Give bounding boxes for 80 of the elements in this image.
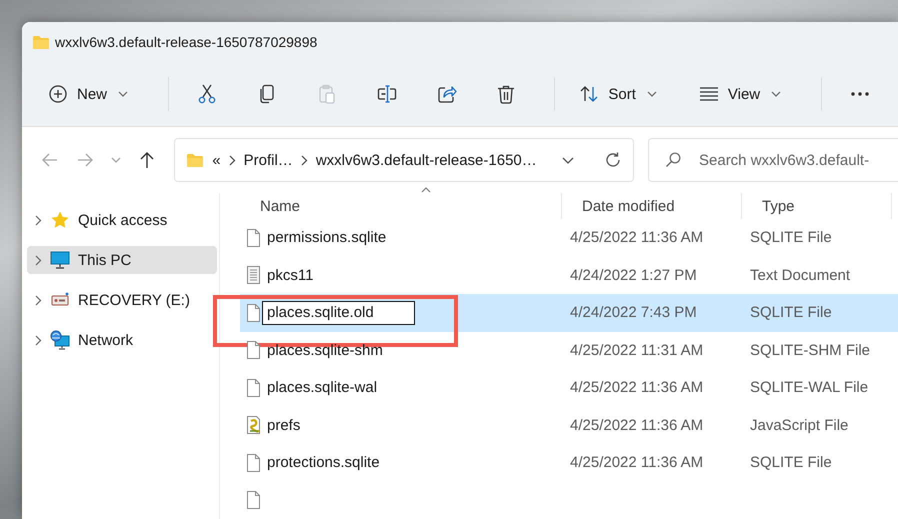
breadcrumb[interactable]: wxxlv6w3.default-release-1650… bbox=[316, 152, 537, 168]
file-type: Text Document bbox=[749, 266, 852, 284]
date-modified: 4/25/2022 11:36 AM bbox=[569, 379, 704, 396]
back-arrow-icon bbox=[40, 151, 58, 169]
rename-icon bbox=[376, 84, 397, 104]
sidebar-item[interactable]: This PC bbox=[27, 246, 217, 274]
column-header[interactable]: Date modified bbox=[562, 198, 675, 214]
window-title: wxxlv6w3.default-release-1650787029898 bbox=[55, 34, 318, 50]
date-modified: 4/25/2022 11:36 AM bbox=[569, 229, 704, 246]
chevron-down-icon bbox=[646, 91, 657, 97]
chevron-right-icon bbox=[300, 154, 308, 166]
chevron-down-icon bbox=[110, 157, 121, 163]
sort-arrows-icon bbox=[579, 84, 600, 104]
date-modified: 4/24/2022 7:43 PM bbox=[569, 304, 698, 322]
chevron-down-icon bbox=[771, 91, 782, 97]
chevron-down-icon bbox=[118, 91, 128, 97]
scissors-icon bbox=[196, 84, 217, 104]
selected-file-row[interactable]: places.sqlite.old 4/24/2022 7:43 PM SQLITE File bbox=[240, 294, 898, 332]
breadcrumb[interactable]: Profil… bbox=[244, 152, 293, 168]
column-header[interactable]: Type bbox=[742, 198, 795, 214]
chevron-right-icon bbox=[35, 254, 42, 266]
address-bar[interactable]: « Profil… wxxlv6w3.default-release-1650… bbox=[174, 138, 634, 182]
chevron-right-icon bbox=[35, 334, 42, 346]
file-type: SQLITE-WAL File bbox=[749, 379, 870, 396]
file-icon bbox=[246, 302, 261, 323]
file-row[interactable]: protections.sqlite 4/25/2022 11:36 AM SQLITE File bbox=[240, 444, 898, 482]
file-name: prefs bbox=[267, 416, 300, 434]
more-dots-icon bbox=[851, 92, 870, 96]
trash-icon bbox=[496, 84, 516, 104]
date-modified: 4/24/2022 1:27 PM bbox=[569, 266, 698, 284]
file-name: permissions.sqlite bbox=[267, 229, 386, 246]
view-button[interactable]: View bbox=[690, 74, 790, 114]
chevron-right-icon bbox=[35, 214, 42, 226]
file-type: SQLITE-SHM File bbox=[749, 342, 872, 359]
forward-arrow-icon bbox=[76, 151, 94, 169]
column-header[interactable]: Name bbox=[240, 198, 300, 214]
search-icon bbox=[665, 152, 681, 168]
refresh-icon[interactable] bbox=[604, 151, 622, 169]
clipboard-icon bbox=[316, 84, 337, 104]
file-name: places.sqlite-wal bbox=[267, 379, 378, 396]
file-icon bbox=[246, 228, 261, 248]
chevron-right-icon bbox=[228, 154, 236, 166]
file-row[interactable]: prefs 4/25/2022 11:36 AM JavaScript File bbox=[240, 406, 898, 444]
star-icon bbox=[50, 210, 70, 230]
sidebar-item[interactable]: RECOVERY (E:) bbox=[27, 286, 217, 314]
date-modified: 4/25/2022 11:36 AM bbox=[569, 416, 704, 434]
file-icon bbox=[246, 340, 261, 360]
search-field[interactable]: Search wxxlv6w3.default- bbox=[648, 138, 898, 182]
file-row[interactable]: pkcs11 4/24/2022 1:27 PM Text Document bbox=[240, 256, 898, 294]
sidebar-item[interactable]: Quick access bbox=[27, 206, 217, 234]
file-type: SQLITE File bbox=[749, 454, 833, 472]
file-name: places.sqlite-shm bbox=[267, 342, 383, 359]
rename-field[interactable]: places.sqlite.old bbox=[262, 300, 415, 325]
overflow-marker[interactable]: « bbox=[212, 152, 221, 168]
file-row[interactable]: places.sqlite-wal 4/25/2022 11:36 AM SQLITE-WAL File bbox=[240, 369, 898, 406]
folder-icon bbox=[32, 34, 50, 50]
file-row[interactable]: permissions.sqlite 4/25/2022 11:36 AM SQLITE File bbox=[240, 219, 898, 256]
file-type: SQLITE File bbox=[749, 229, 833, 246]
file-row[interactable]: places.sqlite-shm 4/25/2022 11:31 AM SQLITE-SHM File bbox=[240, 332, 898, 369]
sort-button[interactable]: Sort bbox=[571, 74, 665, 114]
text-file-icon bbox=[246, 265, 261, 286]
file-icon bbox=[246, 378, 261, 398]
chevron-right-icon bbox=[35, 294, 42, 306]
network-icon bbox=[50, 330, 70, 350]
plus-circle-icon bbox=[48, 84, 68, 104]
share-arrow-icon bbox=[436, 84, 457, 104]
file-type: SQLITE File bbox=[749, 304, 833, 322]
folder-icon bbox=[186, 152, 204, 168]
script-file-icon bbox=[246, 415, 261, 436]
new-button[interactable]: New bbox=[40, 74, 136, 114]
file-icon bbox=[246, 452, 261, 473]
file-name: protections.sqlite bbox=[267, 454, 380, 472]
date-modified: 4/25/2022 11:36 AM bbox=[569, 454, 704, 472]
sidebar-item[interactable]: Network bbox=[27, 326, 217, 354]
date-modified: 4/25/2022 11:31 AM bbox=[569, 342, 704, 359]
up-arrow-icon bbox=[138, 151, 156, 169]
file-type: JavaScript File bbox=[749, 416, 850, 434]
file-name: pkcs11 bbox=[267, 266, 314, 284]
chevron-down-icon[interactable] bbox=[562, 156, 574, 164]
monitor-icon bbox=[50, 250, 70, 270]
